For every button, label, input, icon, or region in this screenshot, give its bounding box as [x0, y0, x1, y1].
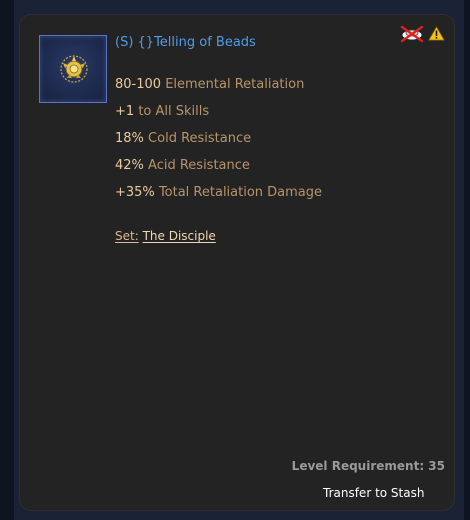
stat-label: Elemental Retaliation — [165, 77, 305, 92]
stat-line: 18% Cold Resistance — [115, 131, 251, 146]
item-slot[interactable] — [39, 35, 107, 103]
warning-icon — [428, 26, 445, 41]
stat-line: 80-100 Elemental Retaliation — [115, 77, 304, 92]
stat-label: to All Skills — [138, 104, 210, 119]
stat-value: 80-100 — [115, 77, 162, 92]
no-trade-icon — [400, 25, 424, 43]
amulet-icon — [60, 55, 88, 83]
stat-label: Total Retaliation Damage — [158, 185, 323, 200]
stat-value: +1 — [115, 104, 135, 119]
level-requirement: Level Requirement: 35 — [291, 459, 445, 473]
item-flags — [400, 25, 448, 43]
stat-line: +1 to All Skills — [115, 104, 209, 119]
set-label: Set: — [115, 229, 139, 243]
stat-value: 18% — [115, 131, 144, 146]
stat-line: +35% Total Retaliation Damage — [115, 185, 322, 200]
set-name-link[interactable]: The Disciple — [143, 229, 216, 243]
transfer-to-stash-button[interactable]: Transfer to Stash — [315, 482, 432, 504]
stat-value: +35% — [115, 185, 155, 200]
stat-value: 42% — [115, 158, 144, 173]
stat-label: Acid Resistance — [148, 158, 250, 173]
stat-line: 42% Acid Resistance — [115, 158, 250, 173]
set-info: Set: The Disciple — [115, 229, 216, 243]
item-title: (S) {}Telling of Beads — [115, 35, 256, 50]
stat-label: Cold Resistance — [148, 131, 252, 146]
